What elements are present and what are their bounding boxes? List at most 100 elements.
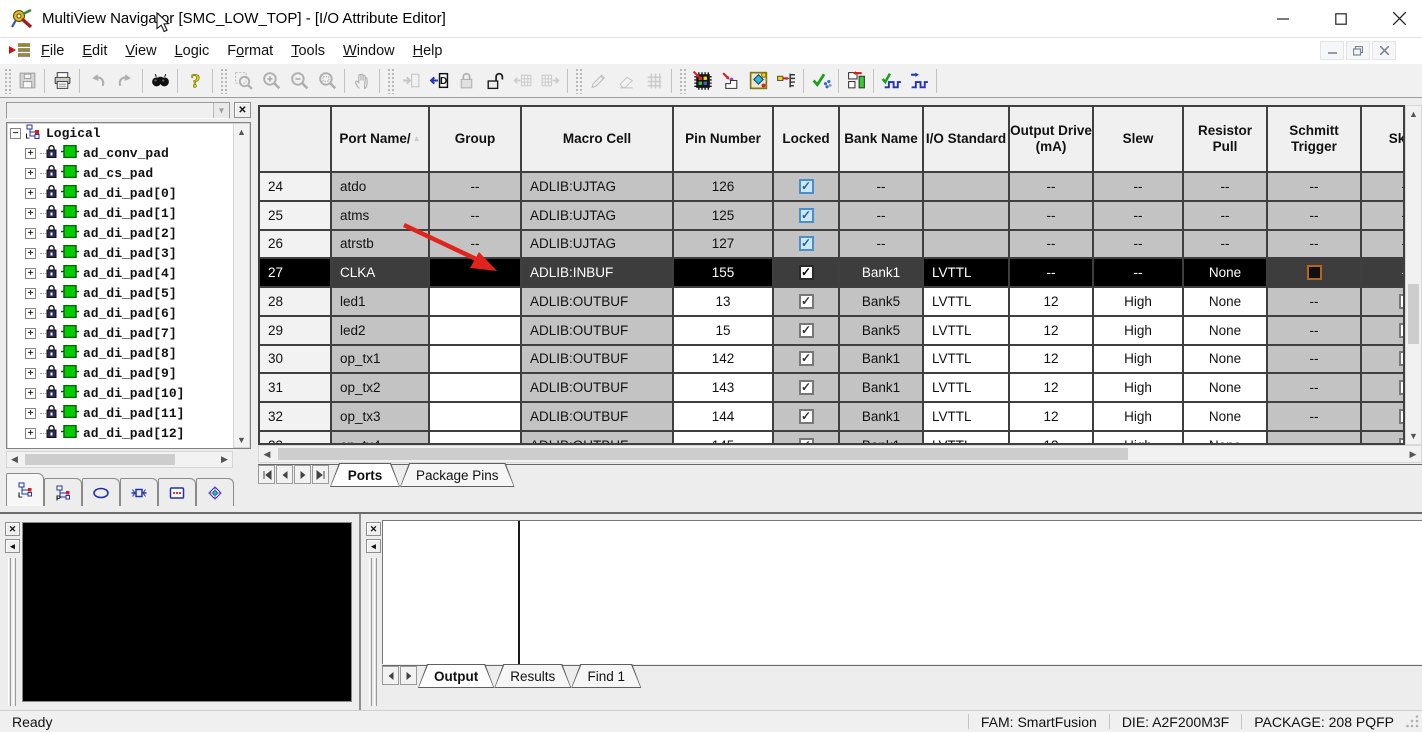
row-header[interactable]: 24 bbox=[260, 173, 332, 200]
cell-bank-name[interactable]: Bank1 bbox=[840, 345, 924, 373]
cell-slew[interactable]: -- bbox=[1094, 201, 1184, 229]
sheet-nav-prev-page[interactable] bbox=[276, 465, 293, 484]
tree-item[interactable]: + ad_di_pad[5] bbox=[7, 283, 250, 303]
pin-assign-icon[interactable] bbox=[716, 67, 744, 95]
cell-locked[interactable]: ✓ bbox=[774, 288, 840, 315]
column-header[interactable]: I/O Standard bbox=[924, 107, 1010, 171]
expand-expander-icon[interactable]: + bbox=[25, 327, 36, 339]
column-header[interactable] bbox=[260, 107, 332, 171]
expand-expander-icon[interactable]: + bbox=[25, 407, 36, 419]
column-header[interactable]: Bank Name bbox=[840, 107, 924, 171]
cell-group[interactable]: -- bbox=[430, 230, 522, 258]
cell-io-standard[interactable] bbox=[924, 173, 1010, 200]
cell-port-name[interactable]: led2 bbox=[332, 316, 430, 344]
expand-expander-icon[interactable]: + bbox=[25, 147, 36, 159]
cell-macro-cell[interactable]: ADLIB:OUTBUF bbox=[522, 288, 674, 315]
cell-locked[interactable]: ✓ bbox=[774, 403, 840, 430]
expand-expander-icon[interactable]: + bbox=[25, 167, 36, 179]
cell-pin-number[interactable]: 143 bbox=[674, 374, 774, 401]
cell-io-standard[interactable]: LVTTL bbox=[924, 288, 1010, 315]
expand-expander-icon[interactable]: + bbox=[25, 247, 36, 259]
expand-expander-icon[interactable]: + bbox=[25, 287, 36, 299]
mdi-close-button[interactable] bbox=[1372, 41, 1396, 60]
chip-icon[interactable] bbox=[688, 67, 716, 95]
cell-group[interactable] bbox=[430, 431, 522, 443]
tree-item[interactable]: + ad_di_pad[10] bbox=[7, 383, 250, 403]
cell-pin-number[interactable]: 15 bbox=[674, 316, 774, 344]
cell-pin-number[interactable]: 142 bbox=[674, 345, 774, 373]
tree-item[interactable]: + ad_cs_pad bbox=[7, 163, 250, 183]
tree-root[interactable]: − L Logical bbox=[7, 123, 250, 143]
cell-io-standard[interactable] bbox=[924, 230, 1010, 258]
tree-item[interactable]: + ad_di_pad[0] bbox=[7, 183, 250, 203]
tree-item[interactable]: + ad_di_pad[3] bbox=[7, 243, 250, 263]
cell-locked[interactable]: ✓ bbox=[774, 173, 840, 200]
menu-window[interactable]: Window bbox=[334, 41, 404, 61]
scroll-down-icon[interactable]: ▼ bbox=[1406, 428, 1421, 444]
table-vertical-scrollbar[interactable]: ▲ ▼ bbox=[1405, 105, 1422, 445]
cell-pin-number[interactable]: 13 bbox=[674, 288, 774, 315]
cell-io-standard[interactable]: LVTTL bbox=[924, 316, 1010, 344]
log-nav-next-page[interactable] bbox=[400, 666, 417, 685]
expand-expander-icon[interactable]: + bbox=[25, 427, 36, 439]
scrollbar-thumb[interactable] bbox=[1408, 284, 1419, 344]
netlist-icon[interactable] bbox=[772, 67, 800, 95]
skew-checkbox[interactable] bbox=[1398, 437, 1403, 443]
scroll-left-icon[interactable]: ◀ bbox=[259, 446, 275, 462]
cell-locked[interactable]: ✓ bbox=[774, 201, 840, 229]
cell-port-name[interactable]: atdo bbox=[332, 173, 430, 200]
cell-macro-cell[interactable]: ADLIB:UJTAG bbox=[522, 230, 674, 258]
table-horizontal-scrollbar[interactable]: ◀ ▶ bbox=[258, 445, 1422, 463]
cell-resistor-pull[interactable]: None bbox=[1184, 288, 1268, 315]
cell-skew[interactable]: -- bbox=[1362, 230, 1403, 258]
locked-checkbox[interactable]: ✓ bbox=[798, 380, 814, 396]
cell-resistor-pull[interactable]: None bbox=[1184, 345, 1268, 373]
cell-slew[interactable]: High bbox=[1094, 431, 1184, 443]
cell-group[interactable]: -- bbox=[430, 201, 522, 229]
mdi-restore-button[interactable] bbox=[1346, 41, 1370, 60]
wave-commit-icon[interactable] bbox=[877, 67, 905, 95]
cell-pin-number[interactable]: 145 bbox=[674, 431, 774, 443]
locked-checkbox[interactable]: ✓ bbox=[798, 351, 814, 367]
expand-expander-icon[interactable]: + bbox=[25, 387, 36, 399]
chevron-down-icon[interactable]: ▼ bbox=[213, 103, 229, 118]
cell-output-drive[interactable]: 12 bbox=[1010, 431, 1094, 443]
toolbar-drag-handle[interactable] bbox=[679, 67, 686, 94]
scroll-right-icon[interactable]: ▶ bbox=[1405, 446, 1421, 462]
cell-locked[interactable]: ✓ bbox=[774, 316, 840, 344]
cell-skew[interactable] bbox=[1362, 431, 1403, 443]
row-header[interactable]: 27 bbox=[260, 259, 332, 286]
column-header[interactable]: Group bbox=[430, 107, 522, 171]
cell-locked[interactable]: ✓ bbox=[774, 374, 840, 401]
tree-tab-physical-tree[interactable]: P bbox=[44, 478, 82, 506]
dock-grip[interactable] bbox=[8, 558, 11, 706]
cell-slew[interactable]: High bbox=[1094, 345, 1184, 373]
cell-schmitt-trigger[interactable]: -- bbox=[1268, 288, 1362, 315]
run-check-icon[interactable] bbox=[807, 67, 835, 95]
sheet-nav-last-page[interactable] bbox=[312, 465, 329, 484]
cell-bank-name[interactable]: -- bbox=[840, 173, 924, 200]
tree-item[interactable]: + ad_conv_pad bbox=[7, 143, 250, 163]
tree-item[interactable]: + ad_di_pad[7] bbox=[7, 323, 250, 343]
cell-pin-number[interactable]: 126 bbox=[674, 173, 774, 200]
menu-format[interactable]: Format bbox=[218, 41, 282, 61]
menu-help[interactable]: Help bbox=[404, 41, 452, 61]
cell-locked[interactable]: ✓ bbox=[774, 230, 840, 258]
cell-resistor-pull[interactable]: None bbox=[1184, 259, 1268, 286]
cell-port-name[interactable]: CLKA bbox=[332, 259, 430, 286]
cell-resistor-pull[interactable]: -- bbox=[1184, 230, 1268, 258]
expand-expander-icon[interactable]: + bbox=[25, 367, 36, 379]
pop-front-icon[interactable]: D bbox=[424, 67, 452, 95]
row-header[interactable]: 28 bbox=[260, 288, 332, 315]
cell-port-name[interactable]: op_tx2 bbox=[332, 374, 430, 401]
cell-locked[interactable]: ✓ bbox=[774, 345, 840, 373]
row-header[interactable]: 32 bbox=[260, 403, 332, 430]
cell-schmitt-trigger[interactable]: -- bbox=[1268, 201, 1362, 229]
sheet-nav-next-page[interactable] bbox=[294, 465, 311, 484]
scroll-up-icon[interactable]: ▲ bbox=[234, 124, 249, 139]
cell-resistor-pull[interactable]: None bbox=[1184, 403, 1268, 430]
scrollbar-thumb[interactable] bbox=[25, 454, 175, 465]
log-tab-output[interactable]: Output bbox=[418, 664, 494, 688]
schmitt-checkbox[interactable] bbox=[1306, 265, 1322, 281]
column-header[interactable]: Slew bbox=[1094, 107, 1184, 171]
